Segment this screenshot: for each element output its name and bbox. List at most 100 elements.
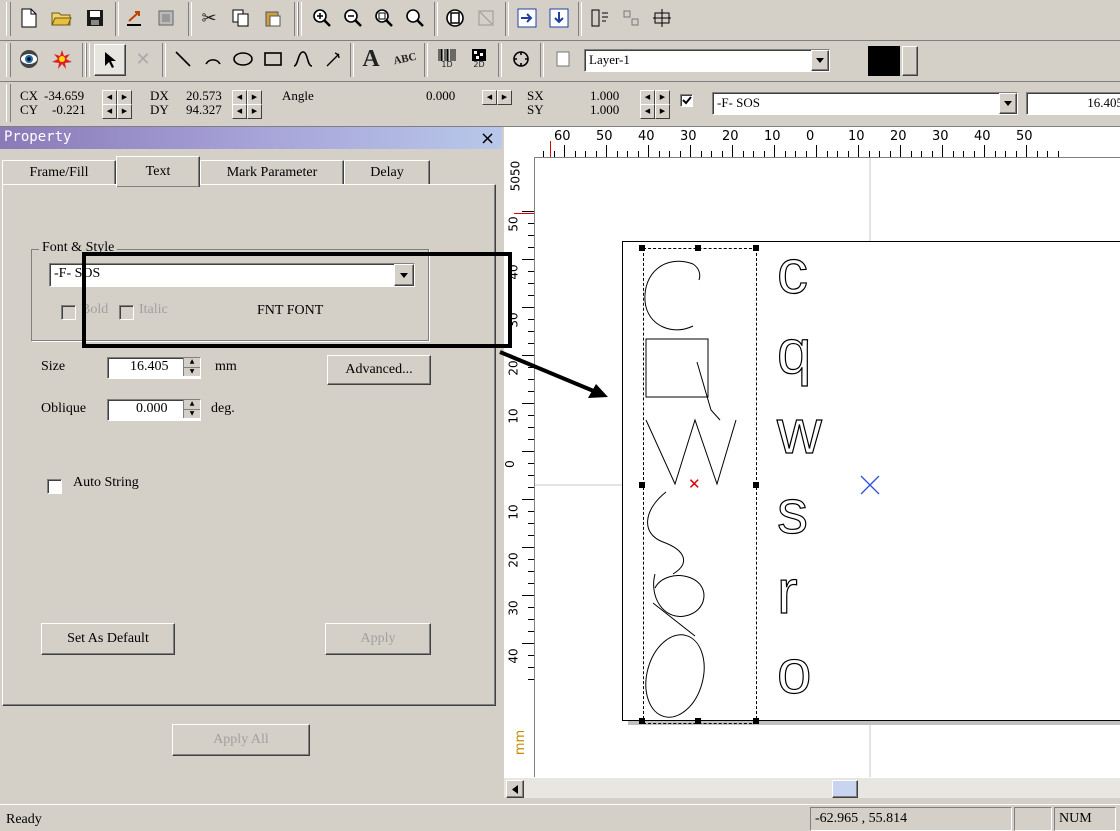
- ruler-tick: [522, 451, 534, 452]
- save-icon[interactable]: [80, 3, 110, 33]
- open-folder-icon[interactable]: [47, 3, 77, 33]
- auto-string-checkbox[interactable]: [47, 479, 62, 494]
- tab-mark-parameter-label: Mark Parameter: [226, 165, 318, 180]
- sy-value[interactable]: 1.000: [590, 102, 619, 118]
- selection-handle[interactable]: [753, 718, 759, 724]
- layer-select[interactable]: Layer-1: [584, 49, 830, 72]
- ruler-tick: [595, 151, 597, 157]
- ruler-tick: [900, 145, 901, 157]
- selection-handle[interactable]: [639, 718, 645, 724]
- lock-ratio-checkbox[interactable]: [680, 94, 693, 107]
- scroll-left-button[interactable]: [506, 780, 524, 798]
- import-icon[interactable]: [120, 3, 150, 33]
- close-icon[interactable]: ×: [480, 128, 495, 149]
- drawing-surface[interactable]: ✕ cqwsro: [535, 158, 1120, 777]
- angle-value[interactable]: 0.000: [426, 88, 455, 104]
- oblique-input[interactable]: 0.000 ▲ ▼: [107, 399, 201, 421]
- ruler-tick: [753, 151, 754, 157]
- selection-handle[interactable]: [753, 482, 759, 488]
- barcode-1d-icon[interactable]: 1D: [432, 44, 462, 74]
- oblique-spinner[interactable]: ▲ ▼: [183, 400, 200, 418]
- sy-spinner[interactable]: ◀ ▶: [640, 102, 670, 119]
- laser-mark-icon[interactable]: [47, 44, 77, 74]
- tab-text[interactable]: Text: [116, 156, 200, 187]
- zoom-all-icon[interactable]: [369, 3, 399, 33]
- tab-mark-parameter[interactable]: Mark Parameter: [200, 160, 344, 185]
- ruler-tick: [658, 151, 660, 157]
- zoom-in-icon[interactable]: [307, 3, 337, 33]
- angle-spinner[interactable]: ◀ ▶: [482, 88, 512, 105]
- selection-handle[interactable]: [639, 482, 645, 488]
- align-down-icon[interactable]: [544, 3, 574, 33]
- new-file-icon[interactable]: [14, 3, 44, 33]
- horizontal-scrollbar[interactable]: [504, 777, 1120, 798]
- selection-handle[interactable]: [753, 245, 759, 251]
- polygon-tool-icon[interactable]: [506, 44, 536, 74]
- selection-handle[interactable]: [695, 245, 701, 251]
- line-tool-icon[interactable]: [168, 44, 198, 74]
- ungroup-icon[interactable]: [471, 3, 501, 33]
- barcode-2d-icon[interactable]: 2D: [464, 44, 494, 74]
- zoom-out-icon[interactable]: [338, 3, 368, 33]
- ruler-tick: [606, 145, 607, 157]
- font-size-field[interactable]: 16.405: [1026, 92, 1120, 115]
- node-edit-icon[interactable]: ✕: [128, 44, 158, 74]
- size-input[interactable]: 16.405 ▲ ▼: [107, 357, 201, 379]
- ruler-tick: [528, 631, 534, 632]
- dy-spinner[interactable]: ◀ ▶: [232, 102, 262, 119]
- color-button[interactable]: [902, 46, 918, 76]
- selection-handle[interactable]: [639, 245, 645, 251]
- left-ruler-top-label: 5050: [508, 160, 523, 192]
- ruler-tick: [528, 511, 534, 512]
- group-icon[interactable]: [440, 3, 470, 33]
- curved-text-tool-icon[interactable]: ABC: [387, 41, 423, 77]
- ellipse-tool-icon[interactable]: [228, 44, 258, 74]
- tab-text-label: Text: [145, 164, 171, 179]
- left-ruler[interactable]: 5050 50 40 30 20 10 0 10 20 30 40 mm: [503, 157, 535, 777]
- cy-value[interactable]: -0.221: [52, 102, 86, 118]
- eye-icon[interactable]: [14, 44, 44, 74]
- size-spinner[interactable]: ▲ ▼: [183, 358, 200, 376]
- ruler-tick: [522, 307, 534, 308]
- layer-icon[interactable]: [548, 44, 578, 74]
- font-dropdown-arrow[interactable]: [999, 93, 1017, 114]
- copy-icon[interactable]: [226, 3, 256, 33]
- curve-tool-icon[interactable]: [288, 44, 318, 74]
- apply-button[interactable]: Apply: [325, 623, 431, 655]
- bold-checkbox[interactable]: [61, 305, 76, 320]
- tab-delay-label: Delay: [370, 165, 404, 180]
- status-coords: -62.965 , 55.814: [815, 811, 908, 826]
- paste-icon[interactable]: [258, 3, 288, 33]
- center-icon[interactable]: [647, 3, 677, 33]
- text-tool-icon[interactable]: A: [356, 44, 386, 74]
- rectangle-tool-icon[interactable]: [258, 44, 288, 74]
- scroll-thumb[interactable]: [832, 780, 858, 798]
- tab-frame-fill[interactable]: Frame/Fill: [2, 160, 116, 185]
- left-ruler-label: 30: [506, 600, 521, 616]
- layer-color-swatch[interactable]: [868, 46, 900, 76]
- layer-dropdown-arrow[interactable]: [811, 50, 829, 71]
- selection-handle[interactable]: [695, 718, 701, 724]
- library-icon[interactable]: [152, 3, 182, 33]
- zoom-fit-icon[interactable]: [400, 3, 430, 33]
- select-tool-icon[interactable]: [94, 44, 126, 76]
- align-right-icon[interactable]: [512, 3, 542, 33]
- advanced-button[interactable]: Advanced...: [327, 355, 431, 385]
- apply-all-button-label: Apply All: [213, 732, 269, 747]
- dy-value[interactable]: 94.327: [186, 102, 222, 118]
- status-empty-pane: [1014, 807, 1052, 831]
- set-as-default-button[interactable]: Set As Default: [41, 623, 175, 655]
- apply-all-button[interactable]: Apply All: [172, 724, 310, 756]
- top-ruler-label: 40: [638, 129, 655, 144]
- freehand-tool-icon[interactable]: [318, 44, 348, 74]
- left-ruler-label: 20: [506, 552, 521, 568]
- arc-tool-icon[interactable]: [198, 44, 228, 74]
- distribute-icon[interactable]: [616, 3, 646, 33]
- cy-spinner[interactable]: ◀ ▶: [102, 102, 132, 119]
- arrange-icon[interactable]: [585, 3, 615, 33]
- font-select-toolbar[interactable]: -F- SOS: [712, 92, 1018, 115]
- tab-delay[interactable]: Delay: [344, 160, 430, 185]
- cut-icon[interactable]: ✂: [194, 3, 224, 33]
- top-ruler[interactable]: 7060504030201001020304050: [504, 127, 1120, 158]
- rotation-center-icon[interactable]: ✕: [688, 475, 701, 493]
